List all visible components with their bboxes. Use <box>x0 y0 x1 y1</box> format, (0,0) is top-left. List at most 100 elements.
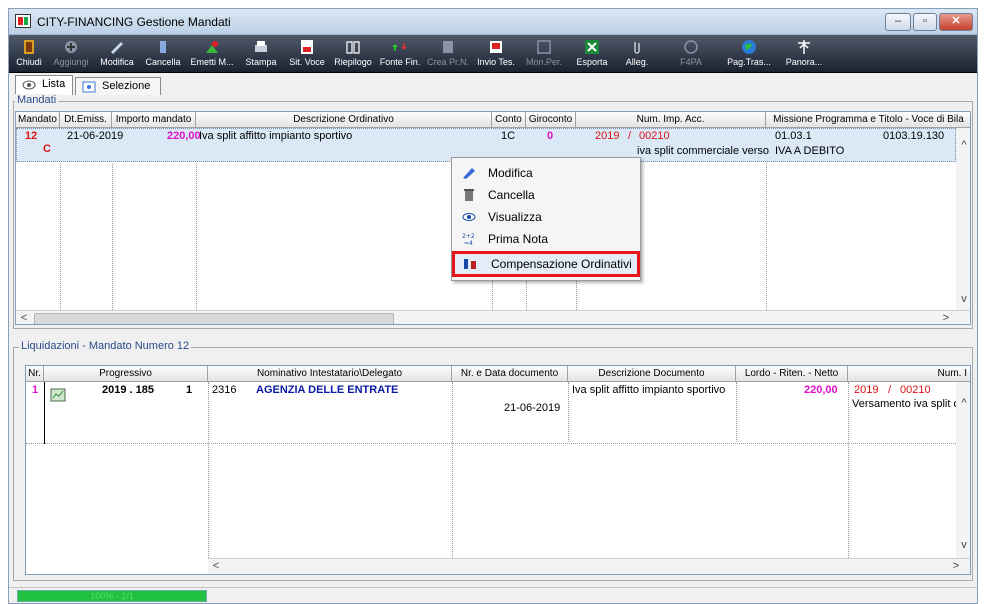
attachment-icon <box>634 42 640 54</box>
toolbar-pag-tras-button[interactable]: Pag.Tras... <box>725 35 773 73</box>
toolbar-fonte-fin-button[interactable]: Fonte Fin. <box>377 35 423 73</box>
scroll-thumb[interactable] <box>34 313 394 324</box>
scroll-right-arrow[interactable]: > <box>938 311 954 324</box>
toolbar-aggiungi-button[interactable]: Aggiungi <box>49 35 93 73</box>
context-menu-modifica[interactable]: Modifica <box>454 162 638 184</box>
situation-icon <box>301 40 313 54</box>
excel-export-icon <box>585 40 599 54</box>
missione-voce: 0103.19.130 <box>883 130 945 142</box>
toolbar-stampa-button[interactable]: Stampa <box>239 35 283 73</box>
minimize-button[interactable]: – <box>885 13 911 31</box>
tab-bar: Lista Selezione <box>9 73 977 95</box>
toolbar-riepilogo-button[interactable]: Riepilogo <box>331 35 375 73</box>
col-header-dt-emiss[interactable]: Dt.Emiss. <box>60 112 112 128</box>
toolbar-panora-button[interactable]: Panora... <box>779 35 829 73</box>
row-selector-divider <box>44 382 45 444</box>
missione-code: 01.03.1 <box>775 130 812 142</box>
eye-icon <box>462 213 476 221</box>
liquidazioni-grid: Nr. Progressivo Nominativo Intestatario\… <box>25 365 971 575</box>
close-button[interactable]: ✕ <box>939 13 973 31</box>
num-code: 00210 <box>639 130 670 142</box>
num-sep: / <box>628 130 632 142</box>
col-header-nominativo[interactable]: Nominativo Intestatario\Delegato <box>208 366 452 382</box>
selection-icon <box>82 81 96 93</box>
print-icon <box>255 41 267 52</box>
add-icon <box>65 41 77 53</box>
scroll-left-arrow[interactable]: < <box>16 311 32 324</box>
toolbar-crea-prn-button[interactable]: Crea Pr.N. <box>425 35 471 73</box>
send-treasury-icon <box>490 41 502 53</box>
col-header-giroconto[interactable]: Giroconto <box>526 112 576 128</box>
col-header-conto[interactable]: Conto <box>492 112 526 128</box>
trash-icon <box>464 189 474 201</box>
liq-num-sep: / <box>888 384 892 396</box>
delete-icon <box>160 41 166 53</box>
toolbar-sit-voce-button[interactable]: Sit. Voce <box>285 35 329 73</box>
mandati-group-label: Mandati <box>15 94 59 106</box>
liq-nr: 1 <box>32 384 39 396</box>
context-menu-visualizza[interactable]: Visualizza <box>454 206 638 228</box>
col-header-importo[interactable]: Importo mandato <box>112 112 196 128</box>
scroll-down-arrow[interactable]: v <box>956 538 970 554</box>
mandati-vertical-scrollbar[interactable]: ^ v <box>956 128 970 310</box>
summary-book-icon <box>346 41 360 54</box>
toolbar-esporta-button[interactable]: Esporta <box>569 35 615 73</box>
liquidazioni-vertical-scrollbar[interactable]: ^ v <box>956 382 970 558</box>
compensation-icon <box>464 259 476 269</box>
col-header-descrizione-documento[interactable]: Descrizione Documento <box>568 366 736 382</box>
main-toolbar: Chiudi Aggiungi Modifica Cancella Emetti… <box>9 35 977 73</box>
mandati-horizontal-scrollbar[interactable]: < > <box>16 310 970 324</box>
col-header-descrizione[interactable]: Descrizione Ordinativo <box>196 112 492 128</box>
toolbar-chiudi-button[interactable]: Chiudi <box>11 35 47 73</box>
liq-num-code: 00210 <box>900 384 931 396</box>
scroll-down-arrow[interactable]: v <box>956 292 970 308</box>
col-header-num[interactable]: Num. I <box>848 366 970 382</box>
tab-selezione[interactable]: Selezione <box>75 77 161 95</box>
col-header-missione[interactable]: Missione Programma e Titolo - Voce di Bi… <box>766 112 970 128</box>
toolbar-invio-tes-button[interactable]: Invio Tes. <box>473 35 519 73</box>
toolbar-modifica-button[interactable]: Modifica <box>95 35 139 73</box>
list-eye-icon <box>22 80 36 90</box>
panorama-icon <box>798 40 810 54</box>
context-menu-cancella[interactable]: Cancella <box>454 184 638 206</box>
importo-value: 220,00 <box>167 130 201 142</box>
create-note-icon <box>443 41 453 53</box>
context-menu: Modifica Cancella Visualizza 2+2 =4 Prima… <box>451 157 641 281</box>
col-header-mandato[interactable]: Mandato <box>16 112 60 128</box>
col-header-nr-data-documento[interactable]: Nr. e Data documento <box>452 366 568 382</box>
svg-text:=4: =4 <box>464 240 473 246</box>
toolbar-emetti-button[interactable]: Emetti M... <box>187 35 237 73</box>
data-documento-value: 21-06-2019 <box>504 402 561 414</box>
num-desc: iva split commerciale verso <box>637 145 770 157</box>
maximize-button[interactable]: ▫ <box>913 13 937 31</box>
svg-text:2+2: 2+2 <box>462 233 475 240</box>
toolbar-alleg-button[interactable]: Alleg. <box>617 35 657 73</box>
context-menu-prima-nota[interactable]: 2+2 =4 Prima Nota <box>454 228 638 250</box>
title-bar: CITY-FINANCING Gestione Mandati – ▫ ✕ <box>9 9 977 35</box>
col-header-nr[interactable]: Nr. <box>26 366 44 382</box>
exit-door-icon <box>24 40 34 54</box>
col-header-lordo[interactable]: Lordo - Riten. - Netto <box>736 366 848 382</box>
emit-icon <box>206 41 218 53</box>
nominativo-value: AGENZIA DELLE ENTRATE <box>256 384 399 396</box>
toolbar-f4pa-button[interactable]: F4PA <box>669 35 713 73</box>
col-header-num-imp-acc[interactable]: Num. Imp. Acc. <box>576 112 766 128</box>
mandato-flag: C <box>43 143 51 155</box>
tab-lista[interactable]: Lista <box>15 75 73 95</box>
window-title: CITY-FINANCING Gestione Mandati <box>37 15 231 29</box>
scroll-up-arrow[interactable]: ^ <box>956 396 970 412</box>
scroll-left-arrow[interactable]: < <box>208 559 224 574</box>
scroll-right-arrow[interactable]: > <box>948 559 964 574</box>
num-year: 2019 <box>595 130 620 142</box>
progressivo-sub: 1 <box>186 384 193 396</box>
liquidazioni-group-label: Liquidazioni - Mandato Numero 12 <box>19 340 192 352</box>
scroll-up-arrow[interactable]: ^ <box>956 138 970 154</box>
toolbar-cancella-button[interactable]: Cancella <box>141 35 185 73</box>
toolbar-mon-per-button[interactable]: Mon.Per. <box>521 35 567 73</box>
context-menu-compensazione-ordinativi[interactable]: Compensazione Ordinativi <box>452 251 640 277</box>
col-header-progressivo[interactable]: Progressivo <box>44 366 208 382</box>
liquidazioni-horizontal-scrollbar[interactable]: < > <box>208 558 970 574</box>
monitor-icon <box>537 40 551 54</box>
globe-icon <box>742 40 756 54</box>
table-row[interactable]: 1 2019 . 185 1 2316 AGENZIA DELLE ENTRAT… <box>26 382 970 444</box>
